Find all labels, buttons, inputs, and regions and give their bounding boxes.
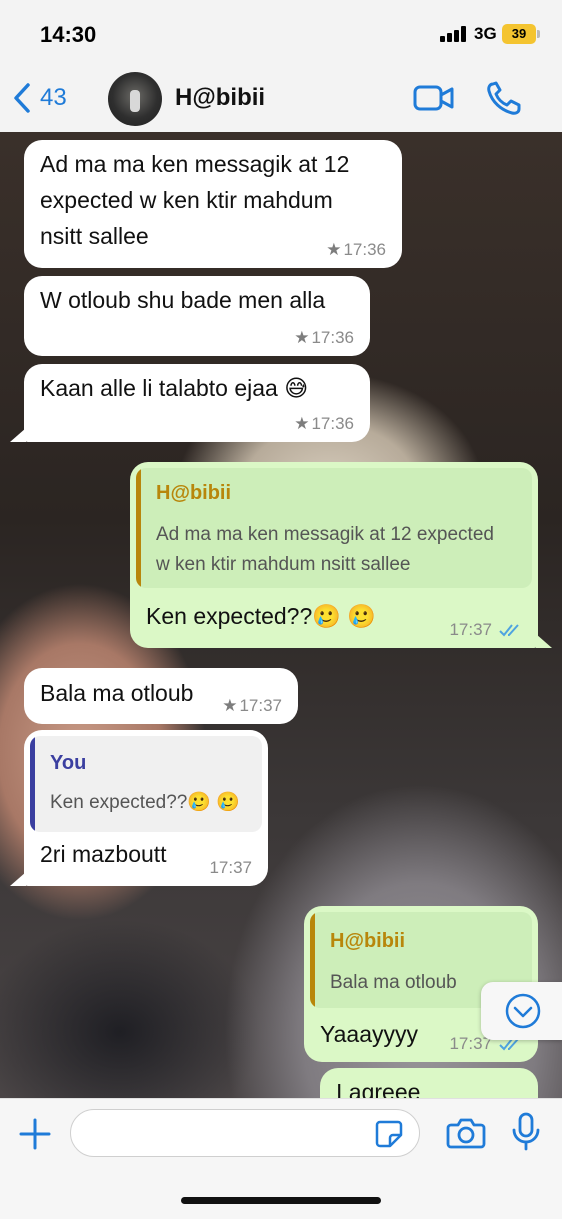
quote-author: H@bibii (156, 482, 232, 504)
message-input[interactable] (70, 1109, 420, 1157)
avatar[interactable] (108, 72, 162, 126)
unread-count: 43 (40, 84, 67, 111)
message-input-bar (0, 1098, 562, 1219)
battery-icon: 39 (502, 24, 536, 44)
star-icon: ★ (326, 240, 342, 259)
phone-icon (487, 81, 521, 115)
message-bubble-incoming[interactable]: Kaan alle li talabto ejaa 😅 ★ 17:36 (24, 364, 370, 442)
video-camera-icon (413, 85, 454, 111)
camera-icon (446, 1118, 486, 1149)
battery-level: 39 (511, 26, 527, 41)
message-bubble-incoming[interactable]: Bala ma otloub ★ 17:37 (24, 668, 298, 724)
home-indicator (181, 1197, 381, 1204)
message-bubble-incoming[interactable]: Ad ma ma ken messagik at 12 expected w k… (24, 140, 402, 268)
microphone-icon (512, 1112, 540, 1151)
message-text: W otloub shu bade men alla (40, 287, 326, 313)
attach-button[interactable] (18, 1117, 52, 1151)
voice-call-button[interactable] (484, 80, 524, 116)
message-time: 17:37 (209, 858, 252, 877)
message-bubble-outgoing[interactable]: H@bibii Ad ma ma ken messagik at 12 expe… (130, 462, 538, 648)
message-time: 17:36 (311, 414, 354, 433)
message-meta: ★ 17:36 (294, 414, 354, 434)
chevron-down-circle-icon (505, 993, 541, 1029)
battery-tip (537, 30, 540, 38)
message-bubble-incoming[interactable]: W otloub shu bade men alla ★ 17:36 (24, 276, 370, 356)
message-meta: ★ 17:37 (222, 696, 282, 716)
message-meta: 17:37 (449, 620, 524, 640)
message-text: 2ri mazboutt (40, 841, 167, 867)
contact-name[interactable]: H@bibii (175, 84, 265, 112)
message-text: Ken expected??🥲 🥲 (146, 603, 376, 629)
star-icon: ★ (222, 696, 238, 715)
sticker-button[interactable] (374, 1119, 404, 1149)
message-text: Bala ma otloub (40, 680, 194, 706)
message-text: Kaan alle li talabto ejaa 😅 (40, 375, 309, 401)
quote-text: Ken expected??🥲 🥲 (50, 792, 240, 813)
message-time: 17:36 (311, 328, 354, 347)
quoted-message[interactable]: H@bibii Ad ma ma ken messagik at 12 expe… (136, 468, 532, 588)
quote-bar (136, 468, 141, 588)
chevron-left-icon (14, 83, 30, 113)
scroll-to-bottom-button[interactable] (481, 982, 562, 1040)
quote-author: You (50, 752, 87, 774)
network-type: 3G (474, 24, 497, 43)
double-check-icon (499, 624, 519, 637)
chat-wallpaper[interactable]: Ad ma ma ken messagik at 12 expected w k… (0, 132, 562, 1098)
quote-line: w ken ktir mahdum nsitt sallee (156, 554, 411, 575)
quote-bar (30, 736, 35, 832)
message-line: nsitt sallee (40, 223, 149, 249)
sticker-icon (375, 1120, 403, 1148)
plus-icon (19, 1118, 51, 1150)
star-icon: ★ (294, 414, 310, 433)
message-time: 17:37 (449, 620, 492, 639)
message-line: Ad ma ma ken messagik at 12 (40, 151, 350, 177)
back-button[interactable]: 43 (12, 80, 67, 116)
signal-strength-icon (440, 26, 468, 42)
message-text: Ad ma ma ken messagik at 12 expected w k… (40, 146, 349, 254)
message-bubble-incoming[interactable]: You Ken expected??🥲 🥲 2ri mazboutt 17:37 (24, 730, 268, 886)
message-meta: ★ 17:36 (294, 328, 354, 348)
message-meta: ★ 17:36 (326, 240, 386, 260)
message-time: 17:37 (239, 696, 282, 715)
status-time: 14:30 (40, 22, 97, 47)
star-icon: ★ (294, 328, 310, 347)
quote-line: Ad ma ma ken messagik at 12 expected (156, 524, 494, 545)
message-text: Yaaayyyy (320, 1021, 419, 1047)
bubble-tail (536, 634, 552, 648)
message-time: 17:36 (343, 240, 386, 259)
quoted-message[interactable]: You Ken expected??🥲 🥲 (30, 736, 262, 832)
message-line: expected w ken ktir mahdum (40, 187, 333, 213)
status-bar: 14:30 3G 39 (0, 0, 562, 64)
quote-text: Bala ma otloub (330, 972, 457, 993)
video-call-button[interactable] (412, 80, 456, 116)
message-text: I agreee (336, 1079, 421, 1098)
chat-header: 43 H@bibii (0, 64, 562, 133)
message-bubble-outgoing[interactable]: I agreee (320, 1068, 538, 1098)
quote-bar (310, 912, 315, 1008)
microphone-button[interactable] (508, 1111, 544, 1153)
quote-author: H@bibii (330, 930, 406, 952)
camera-button[interactable] (446, 1115, 486, 1151)
quote-text: Ad ma ma ken messagik at 12 expected w k… (156, 520, 494, 580)
